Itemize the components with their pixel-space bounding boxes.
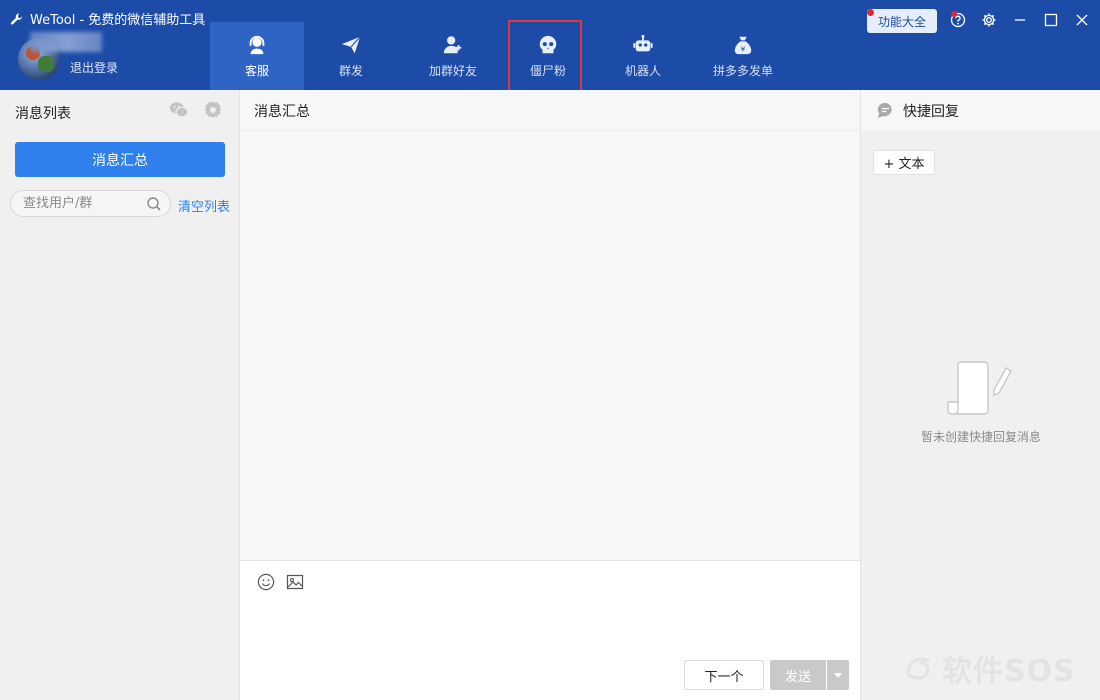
notification-dot	[951, 11, 957, 17]
feature-all-button[interactable]: 功能大全	[867, 9, 937, 33]
empty-state-text: 暂未创建快捷回复消息	[920, 430, 1041, 444]
nav-tab-kefu[interactable]: 客服	[210, 22, 304, 90]
nav-label: 群发	[338, 63, 363, 78]
search-icon[interactable]	[146, 196, 162, 212]
nav-label: 客服	[244, 63, 269, 78]
nav-tab-qunfa[interactable]: 群发	[304, 22, 398, 90]
add-text-reply-button[interactable]: + 文本	[873, 150, 935, 175]
quick-reply-header: 快捷回复	[861, 90, 1100, 131]
minimize-button[interactable]	[1009, 9, 1031, 31]
wechat-filter-button[interactable]	[169, 100, 189, 120]
send-options-dropdown[interactable]	[827, 660, 849, 690]
logout-link[interactable]: 退出登录	[70, 59, 118, 76]
title-bar: WeTool - 免费的微信辅助工具 退出登录 客服 群发 加群好友 僵尸粉 机…	[0, 0, 1100, 95]
nav-tab-jiangshifen[interactable]: 僵尸粉	[508, 20, 588, 95]
nav-label: 加群好友	[428, 63, 477, 78]
nav-tab-pinduoduo[interactable]: ¥ 拼多多发单	[698, 22, 788, 90]
user-group-search[interactable]	[10, 190, 171, 217]
nav-label: 僵尸粉	[529, 63, 566, 78]
gear-icon	[982, 13, 996, 27]
message-input[interactable]	[254, 599, 844, 649]
money-bag-icon: ¥	[734, 36, 752, 54]
image-icon	[286, 574, 304, 590]
main-nav: 客服 群发 加群好友 僵尸粉 机器人 ¥ 拼多多发单	[210, 20, 788, 95]
clear-list-link[interactable]: 清空列表	[178, 196, 230, 215]
notification-dot	[867, 9, 874, 16]
chat-bubble-icon	[877, 102, 892, 119]
headset-icon	[249, 35, 265, 54]
image-button[interactable]	[286, 573, 304, 591]
smiley-icon	[257, 573, 275, 591]
maximize-icon	[1044, 13, 1058, 27]
message-list-panel: 消息列表 消息汇总 清空列表	[0, 90, 240, 700]
close-icon	[1076, 14, 1088, 26]
message-list-title: 消息列表	[15, 106, 71, 122]
add-user-icon	[443, 35, 462, 53]
nav-tab-jiaqun[interactable]: 加群好友	[398, 22, 508, 90]
close-button[interactable]	[1071, 9, 1093, 31]
app-title-text: WeTool - 免费的微信辅助工具	[30, 13, 206, 28]
quick-reply-title: 快捷回复	[903, 103, 959, 120]
nav-tab-jiqiren[interactable]: 机器人	[588, 22, 698, 90]
emoji-button[interactable]	[257, 573, 275, 591]
svg-text:¥: ¥	[741, 44, 746, 53]
next-button[interactable]: 下一个	[684, 660, 764, 690]
search-input[interactable]	[23, 196, 143, 211]
username-blurred	[30, 32, 102, 52]
quick-reply-panel: 快捷回复 + 文本 暂未创建快捷回复消息	[860, 90, 1100, 700]
message-area[interactable]	[240, 132, 860, 560]
app-title: WeTool - 免费的微信辅助工具	[10, 9, 205, 28]
paper-plane-icon	[341, 35, 361, 53]
empty-note-icon	[947, 361, 1012, 415]
robot-icon	[633, 34, 653, 51]
wrench-icon	[10, 12, 23, 25]
chat-title: 消息汇总	[240, 90, 860, 131]
minimize-icon	[1015, 19, 1025, 21]
skull-icon	[539, 35, 557, 53]
chat-bubbles-icon	[170, 102, 189, 118]
message-summary-button[interactable]: 消息汇总	[15, 142, 225, 177]
send-button[interactable]: 发送	[770, 660, 826, 690]
maximize-button[interactable]	[1040, 9, 1062, 31]
settings-button[interactable]	[978, 9, 1000, 31]
watermark-text: 软件SOS	[942, 654, 1076, 689]
nav-label: 拼多多发单	[712, 63, 773, 78]
nav-label: 机器人	[624, 63, 661, 78]
chat-panel: 消息汇总 下一个 发送	[240, 90, 860, 700]
watermark-logo-icon	[906, 657, 930, 680]
watermark: 软件SOS	[902, 646, 1076, 690]
compose-box: 下一个 发送	[240, 560, 860, 700]
gear-icon	[205, 101, 221, 118]
list-settings-button[interactable]	[203, 100, 223, 120]
